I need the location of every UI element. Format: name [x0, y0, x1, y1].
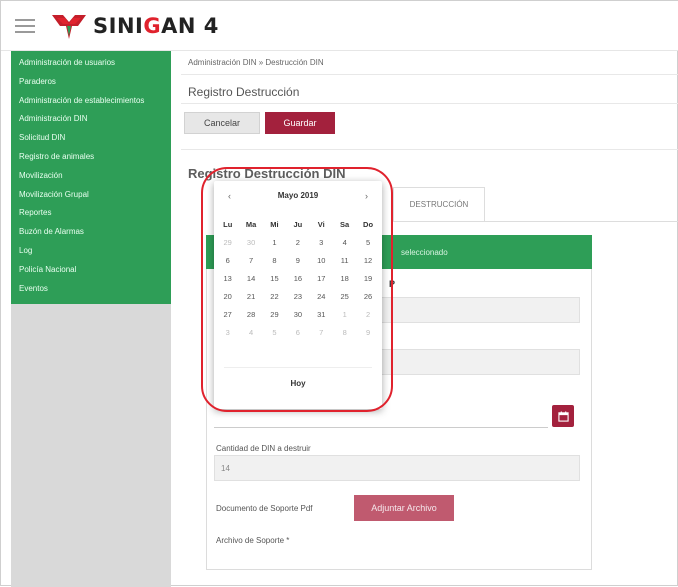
- qty-label: Cantidad de DIN a destruir: [216, 444, 311, 453]
- sidebar-item-policia-nacional[interactable]: Policía Nacional: [11, 261, 171, 280]
- sidebar-item-administracion-din[interactable]: Administración DIN: [11, 110, 171, 129]
- sidebar-item-movilizacion[interactable]: Movilización: [11, 167, 171, 186]
- top-bar: SINIGAN 4: [1, 1, 678, 51]
- breadcrumb[interactable]: Administración DIN » Destrucción DIN: [188, 58, 324, 67]
- calendar-icon: [557, 410, 569, 422]
- sidebar-item-usuarios[interactable]: Administración de usuarios: [11, 54, 171, 73]
- sidebar-menu: Administración de usuarios Paraderos Adm…: [11, 51, 171, 305]
- hamburger-icon[interactable]: [15, 19, 35, 33]
- file-label: Archivo de Soporte *: [216, 536, 290, 545]
- sidebar-item-buzon-alarmas[interactable]: Buzón de Alarmas: [11, 223, 171, 242]
- app-title: SINIGAN 4: [93, 14, 219, 38]
- tab-underline: [393, 221, 678, 222]
- qty-field: 14: [214, 455, 580, 481]
- sidebar-item-paraderos[interactable]: Paraderos: [11, 73, 171, 92]
- highlight-circle: [201, 167, 393, 412]
- save-button[interactable]: Guardar: [265, 112, 335, 134]
- cancel-button[interactable]: Cancelar: [184, 112, 260, 134]
- sidebar-item-eventos[interactable]: Eventos: [11, 280, 171, 299]
- sidebar-item-solicitud-din[interactable]: Solicitud DIN: [11, 129, 171, 148]
- sinigan-logo: [52, 15, 86, 39]
- sidebar-item-log[interactable]: Log: [11, 242, 171, 261]
- divider: [181, 74, 678, 75]
- card-header-text: seleccionado: [401, 248, 448, 257]
- sidebar-item-establecimientos[interactable]: Administración de establecimientos: [11, 92, 171, 111]
- sidebar: Administración de usuarios Paraderos Adm…: [11, 51, 171, 587]
- attach-file-button[interactable]: Adjuntar Archivo: [354, 495, 454, 521]
- calendar-button[interactable]: [552, 405, 574, 427]
- app-window: SINIGAN 4 Administración de usuarios Par…: [0, 0, 678, 587]
- doc-label: Documento de Soporte Pdf: [216, 504, 313, 513]
- page-title: Registro Destrucción: [188, 85, 300, 99]
- sidebar-item-registro-animales[interactable]: Registro de animales: [11, 148, 171, 167]
- divider: [181, 103, 678, 104]
- sidebar-item-reportes[interactable]: Reportes: [11, 204, 171, 223]
- tab-destruccion[interactable]: DESTRUCCIÓN: [393, 187, 485, 221]
- divider: [181, 149, 678, 150]
- sidebar-item-movilizacion-grupal[interactable]: Movilización Grupal: [11, 186, 171, 205]
